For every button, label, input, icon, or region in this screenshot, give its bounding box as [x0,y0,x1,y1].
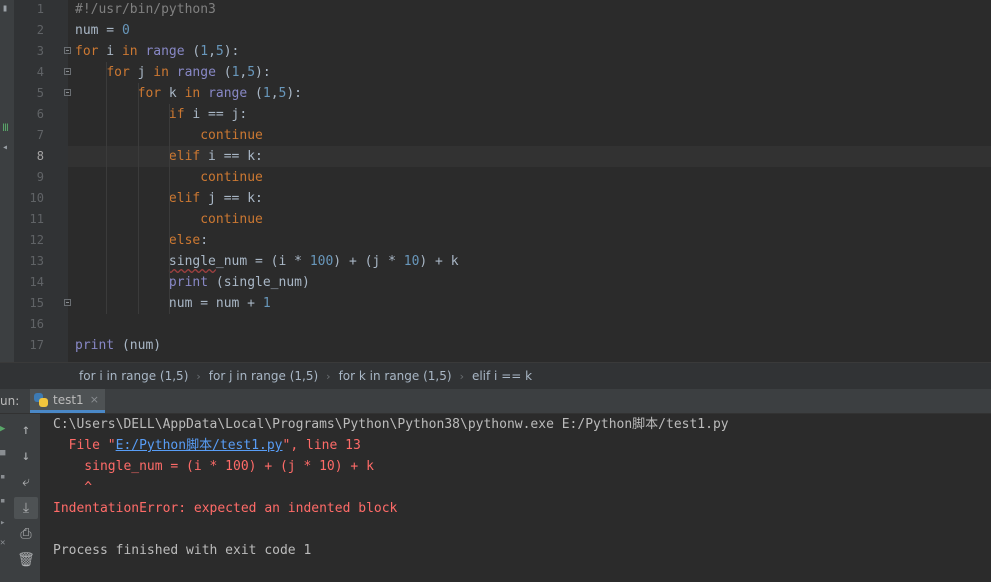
line-number: 4 [36,65,44,79]
code-editor[interactable]: ▮ Ⅲ ◂ 1 #!/usr/bin/python3 2 num = 0 3 for i … [0,0,991,362]
code-line[interactable]: 6 if i == j: [37,104,991,125]
console-file-line: File "E:/Python脚本/test1.py", line 13 [53,435,361,456]
left-tool-strip: ▮ Ⅲ ◂ [0,0,14,362]
chevron-right-icon: › [326,370,331,383]
code-text: print (num) [75,338,162,353]
trash-icon[interactable]: 🗑 [14,549,38,571]
code-text: #!/usr/bin/python3 [75,2,216,17]
rerun-icon[interactable]: ▶ [0,424,6,434]
line-number: 14 [29,275,44,289]
line-number: 16 [29,317,44,331]
line-number: 5 [36,86,44,100]
line-number: 2 [36,23,44,37]
code-line[interactable]: 5 for k in range (1,5): [37,83,991,104]
console-error: IndentationError: expected an indented b… [53,501,398,516]
line-number: 3 [36,44,44,58]
fold-icon[interactable] [64,89,71,96]
line-number: 6 [36,107,44,121]
ide-window: ▮ Ⅲ ◂ 1 #!/usr/bin/python3 2 num = 0 3 for i … [0,0,991,582]
line-number: 9 [36,170,44,184]
code-area[interactable]: 1 #!/usr/bin/python3 2 num = 0 3 for i in ran… [30,0,991,362]
breadcrumb-item[interactable]: elif i == k [472,363,532,389]
tab-test1[interactable]: test1 × [30,389,105,413]
bookmark-icon[interactable]: ▮ [2,4,8,14]
fold-icon[interactable] [64,299,71,306]
chevron-right-icon: › [459,370,464,383]
fold-icon[interactable] [64,68,71,75]
print-icon[interactable]: ⎙ [14,523,38,545]
code-line[interactable]: 9 continue [37,167,991,188]
code-line[interactable]: 10 elif j == k: [30,188,991,209]
code-line[interactable]: 4 for j in range (1,5): [37,62,991,83]
line-number: 12 [29,233,44,247]
favorites-icon[interactable]: ◂ [2,143,8,153]
code-text: for j in range (1,5): [106,65,271,80]
code-line[interactable]: 14 print (single_num) [30,272,991,293]
code-line[interactable]: 17 print (num) [30,335,991,356]
code-text: for k in range (1,5): [137,86,303,101]
code-text: if i == j: [168,107,248,122]
line-number: 1 [36,2,44,16]
code-line[interactable]: 13 single_num = (i * 100) + (j * 10) + k [30,251,991,272]
console-code-line: single_num = (i * 100) + (j * 10) + k [53,459,374,474]
pin-icon[interactable]: ▸ [0,518,6,528]
code-text: num = 0 [75,23,130,38]
tab-label: test1 [53,392,84,407]
code-text: print (single_num) [168,275,310,290]
soft-wrap-icon[interactable]: ⤶ [14,471,38,493]
structure-icon[interactable]: Ⅲ [2,124,9,134]
console-finished: Process finished with exit code 1 [53,543,312,558]
fold-icon[interactable] [64,47,71,54]
stop-icon[interactable]: ■ [0,448,6,458]
line-number: 15 [29,296,44,310]
arrow-down-icon[interactable]: ↓ [14,445,38,467]
close-panel-icon[interactable]: ✕ [0,538,6,548]
console-command: C:\Users\DELL\AppData\Local\Programs\Pyt… [53,417,729,432]
run-console[interactable]: C:\Users\DELL\AppData\Local\Programs\Pyt… [40,414,991,582]
code-line[interactable]: 12 else: [30,230,991,251]
code-line[interactable]: 1 #!/usr/bin/python3 [37,0,991,20]
code-text: for i in range (1,5): [75,44,240,59]
code-line[interactable]: 8 elif i == k: [37,146,991,167]
indent-guide [106,62,108,314]
code-line[interactable]: 3 for i in range (1,5): [37,41,991,62]
code-line[interactable]: 11 continue [30,209,991,230]
line-number: 13 [29,254,44,268]
python-icon [34,392,48,407]
code-text: num = num + 1 [168,296,271,311]
breadcrumb-item[interactable]: for i in range (1,5) [79,363,188,389]
chevron-right-icon: › [196,370,201,383]
restore-layout-icon[interactable]: ▪ [0,472,6,482]
code-line[interactable]: 7 continue [37,125,991,146]
run-label: un: [0,394,20,408]
line-number: 10 [29,191,44,205]
line-number: 8 [36,149,44,163]
line-number: 17 [29,338,44,352]
code-line[interactable]: 2 num = 0 [37,20,991,41]
code-text: single_num = (i * 100) + (j * 10) + k [168,254,459,269]
breadcrumb-item[interactable]: for j in range (1,5) [209,363,318,389]
line-number: 7 [36,128,44,142]
arrow-up-icon[interactable]: ↑ [14,419,38,441]
line-number: 11 [29,212,44,226]
file-prefix: File " [53,438,116,453]
breadcrumb: for i in range (1,5) › for j in range (1,5… [0,362,991,389]
scroll-to-end-icon[interactable]: ⤓ [14,497,38,519]
file-link[interactable]: E:/Python脚本/test1.py [116,438,283,453]
close-icon[interactable]: × [90,393,99,406]
settings-icon[interactable]: ▪ [0,496,6,506]
console-caret: ^ [53,480,93,495]
file-suffix: ", line 13 [282,438,361,453]
breadcrumb-item[interactable]: for k in range (1,5) [339,363,452,389]
code-line[interactable]: 16 [30,314,991,335]
indent-guide [137,83,139,314]
run-toolbar: ▶ ■ ▪ ▪ ▸ ✕ ↑ ↓ ⤶ ⤓ ⎙ 🗑 [0,414,40,582]
code-line[interactable]: 15 num = num + 1 [30,293,991,314]
code-text: else: [168,233,209,248]
indent-guide [168,104,170,314]
run-tab-bar: un: test1 × [0,389,991,414]
